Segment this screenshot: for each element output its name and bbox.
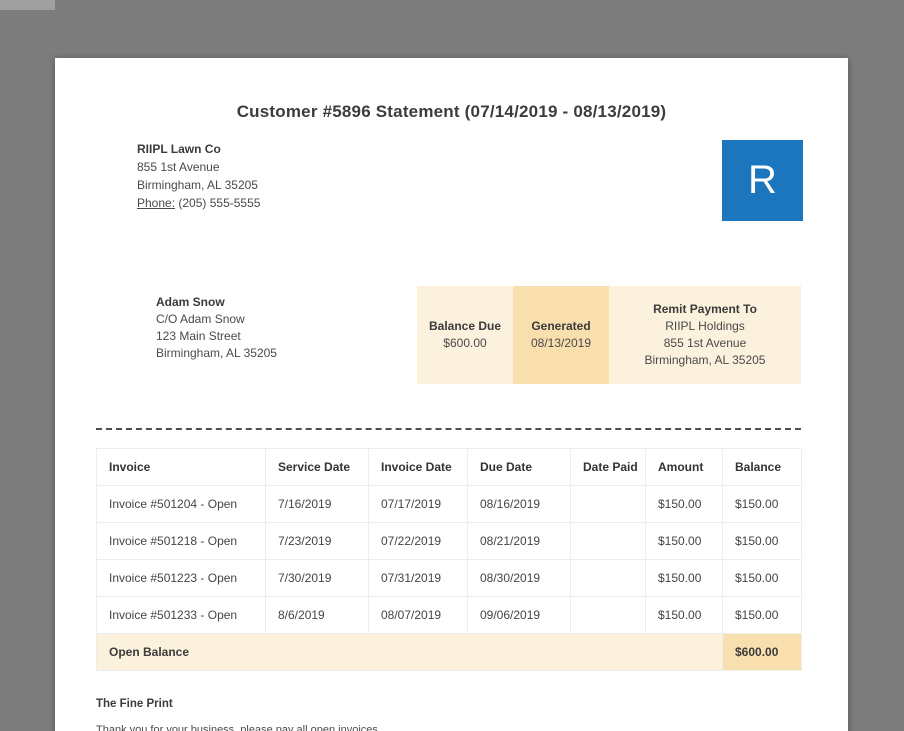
fine-print-section: The Fine Print Thank you for your busine…: [96, 698, 801, 731]
cell-invoice: Invoice #501223 - Open: [96, 559, 266, 597]
cell-service-date: 7/16/2019: [265, 485, 369, 523]
remit-line3: Birmingham, AL 35205: [644, 353, 766, 367]
company-logo-icon: R: [722, 140, 803, 221]
table-row: Invoice #501233 - Open 8/6/2019 08/07/20…: [96, 596, 802, 634]
table-row: Invoice #501218 - Open 7/23/2019 07/22/2…: [96, 522, 802, 560]
page-title: Customer #5896 Statement (07/14/2019 - 0…: [236, 102, 667, 121]
document-viewer: Customer #5896 Statement (07/14/2019 - 0…: [0, 0, 904, 731]
cell-amount: $150.00: [645, 485, 723, 523]
table-row: Invoice #501204 - Open 7/16/2019 07/17/2…: [96, 485, 802, 523]
col-header-date-paid: Date Paid: [570, 448, 646, 486]
cell-invoice-date: 08/07/2019: [368, 596, 468, 634]
cell-balance: $150.00: [722, 485, 802, 523]
recipient-line1: C/O Adam Snow: [156, 312, 245, 326]
recipient-address: Adam Snow C/O Adam Snow 123 Main Street …: [156, 286, 277, 362]
balance-due-value: $600.00: [443, 336, 487, 350]
cell-balance: $150.00: [722, 559, 802, 597]
cell-service-date: 7/23/2019: [265, 522, 369, 560]
company-info: RIIPL Lawn Co 855 1st Avenue Birmingham,…: [137, 140, 260, 212]
payment-summary: Balance Due $600.00 Generated 08/13/2019…: [417, 286, 801, 384]
balance-due-cell: Balance Due $600.00: [417, 286, 513, 384]
cell-invoice: Invoice #501218 - Open: [96, 522, 266, 560]
remit-payment-cell: Remit Payment To RIIPL Holdings 855 1st …: [609, 286, 801, 384]
company-address-line2: Birmingham, AL 35205: [137, 178, 258, 192]
cell-date-paid: [570, 596, 646, 634]
cell-date-paid: [570, 485, 646, 523]
col-header-balance: Balance: [722, 448, 802, 486]
open-balance-total: $600.00: [722, 633, 802, 671]
cell-date-paid: [570, 559, 646, 597]
cell-invoice-date: 07/22/2019: [368, 522, 468, 560]
col-header-amount: Amount: [645, 448, 723, 486]
balance-due-label: Balance Due: [428, 319, 502, 333]
fine-print-heading: The Fine Print: [96, 698, 173, 710]
col-header-invoice: Invoice: [96, 448, 266, 486]
remit-line2: 855 1st Avenue: [663, 336, 747, 350]
phone-label: Phone:: [137, 196, 176, 210]
cell-due-date: 08/30/2019: [467, 559, 571, 597]
generated-cell: Generated 08/13/2019: [513, 286, 609, 384]
phone-number: (205) 555-5555: [178, 196, 261, 210]
cell-due-date: 08/16/2019: [467, 485, 571, 523]
billing-section: Adam Snow C/O Adam Snow 123 Main Street …: [156, 286, 801, 384]
cell-amount: $150.00: [645, 559, 723, 597]
company-name: RIIPL Lawn Co: [137, 142, 221, 156]
recipient-name: Adam Snow: [156, 295, 225, 309]
dashed-divider: [96, 428, 801, 430]
cell-due-date: 09/06/2019: [467, 596, 571, 634]
invoice-table: Invoice Service Date Invoice Date Due Da…: [96, 448, 802, 671]
cell-invoice: Invoice #501204 - Open: [96, 485, 266, 523]
cell-invoice-date: 07/31/2019: [368, 559, 468, 597]
cell-service-date: 7/30/2019: [265, 559, 369, 597]
remit-label: Remit Payment To: [653, 302, 757, 316]
recipient-line3: Birmingham, AL 35205: [156, 346, 277, 360]
cell-invoice: Invoice #501233 - Open: [96, 596, 266, 634]
cell-amount: $150.00: [645, 596, 723, 634]
col-header-service-date: Service Date: [265, 448, 369, 486]
company-phone: Phone: (205) 555-5555: [137, 194, 260, 212]
open-balance-label: Open Balance: [96, 633, 723, 671]
generated-value: 08/13/2019: [530, 336, 592, 350]
cell-invoice-date: 07/17/2019: [368, 485, 468, 523]
company-address-line1: 855 1st Avenue: [137, 160, 220, 174]
cell-date-paid: [570, 522, 646, 560]
recipient-line2: 123 Main Street: [156, 329, 241, 343]
table-header-row: Invoice Service Date Invoice Date Due Da…: [96, 448, 802, 486]
cell-service-date: 8/6/2019: [265, 596, 369, 634]
fine-print-body: Thank you for your business, please pay …: [96, 724, 381, 731]
table-row: Invoice #501223 - Open 7/30/2019 07/31/2…: [96, 559, 802, 597]
statement-header: RIIPL Lawn Co 855 1st Avenue Birmingham,…: [137, 140, 803, 221]
cell-amount: $150.00: [645, 522, 723, 560]
col-header-due-date: Due Date: [467, 448, 571, 486]
remit-line1: RIIPL Holdings: [665, 319, 745, 333]
cell-balance: $150.00: [722, 596, 802, 634]
generated-label: Generated: [531, 319, 591, 333]
cell-balance: $150.00: [722, 522, 802, 560]
open-balance-row: Open Balance $600.00: [96, 633, 802, 671]
statement-page: Customer #5896 Statement (07/14/2019 - 0…: [55, 58, 848, 731]
cell-due-date: 08/21/2019: [467, 522, 571, 560]
viewer-scrollbar-corner: [0, 0, 55, 10]
col-header-invoice-date: Invoice Date: [368, 448, 468, 486]
